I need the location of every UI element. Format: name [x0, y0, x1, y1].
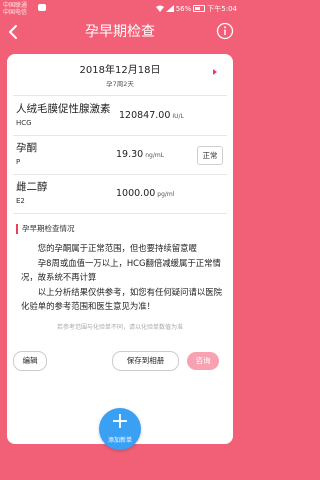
carrier-primary: 中国联通	[3, 2, 28, 9]
metric-number: 120847.00	[119, 110, 171, 121]
next-date-arrow-icon[interactable]	[213, 69, 217, 75]
report-date: 2018年12月18日	[79, 65, 161, 76]
date-selector: 2018年12月18日 孕7周2天	[7, 54, 233, 94]
status-badge: 正常	[197, 146, 223, 165]
divider	[13, 95, 227, 96]
notification-icon	[38, 4, 46, 11]
divider	[13, 213, 227, 214]
metric-value: 19.30 ng/mL	[116, 149, 164, 160]
metric-name: 人绒毛膜促性腺激素	[16, 103, 111, 115]
wifi-icon	[155, 5, 164, 12]
carrier-info: 中国联通 中国电信	[3, 2, 27, 16]
metric-code: E2	[16, 197, 25, 205]
metric-code: P	[16, 158, 21, 166]
section-title: 孕早期检查情况	[22, 224, 75, 233]
save-to-album-button[interactable]: 保存到相册	[112, 351, 179, 371]
signal-icon	[165, 5, 174, 12]
gestation-week: 孕7周2天	[106, 80, 134, 88]
section-accent-bar	[16, 224, 18, 234]
metric-name: 雌二醇	[16, 181, 48, 193]
battery-percent: 56%	[175, 4, 192, 13]
disclaimer-note: 若参考范围与化验单不同，请以化验单数值为准	[56, 324, 183, 331]
status-time: 下午5:04	[207, 4, 237, 13]
status-bar: 中国联通 中国电信 56% 下午5:04	[0, 0, 240, 20]
metric-row-estradiol: 雌二醇 E2 1000.00 pg/ml	[7, 175, 233, 213]
edit-button[interactable]: 编辑	[13, 351, 47, 371]
add-report-label: 添加新单	[107, 437, 132, 444]
metric-code: HCG	[16, 119, 32, 127]
metric-value: 120847.00 IU/L	[119, 110, 184, 121]
metric-unit: IU/L	[172, 113, 184, 120]
add-report-button[interactable]: + 添加新单	[99, 408, 141, 450]
battery-icon	[193, 5, 206, 12]
metric-unit: ng/mL	[145, 152, 165, 159]
analysis-paragraph: 孕8周或血值一万以上，HCG翻倍减缓属于正常情况，故系统不再计算	[21, 257, 221, 283]
analysis-paragraph: 您的孕酮属于正常范围，但也要持续留意喔	[37, 243, 197, 253]
metric-number: 19.30	[116, 149, 144, 160]
back-arrow-icon[interactable]	[6, 20, 22, 44]
info-icon[interactable]	[216, 22, 234, 40]
metric-value: 1000.00 pg/ml	[116, 188, 174, 199]
analysis-paragraph: 以上分析结果仅供参考，如您有任何疑问请以医院化验单的参考范围和医生意见为准！	[21, 286, 223, 312]
analysis-text: 您的孕酮属于正常范围，但也要持续留意喔 孕8周或血值一万以上，HCG翻倍减缓属于…	[21, 241, 223, 314]
metric-row-hcg: 人绒毛膜促性腺激素 HCG 120847.00 IU/L	[7, 97, 233, 135]
metric-unit: pg/ml	[157, 191, 175, 198]
carrier-secondary: 中国电信	[3, 9, 28, 16]
report-card: 2018年12月18日 孕7周2天 人绒毛膜促性腺激素 HCG 120847.0…	[7, 54, 233, 444]
page-title: 孕早期检查	[85, 24, 155, 40]
consult-button[interactable]: 咨询	[187, 352, 219, 370]
metric-name: 孕酮	[16, 142, 37, 154]
status-indicators: 56% 下午5:04	[155, 4, 237, 13]
metric-number: 1000.00	[116, 188, 156, 199]
metric-row-progesterone: 孕酮 P 19.30 ng/mL 正常	[7, 136, 233, 174]
plus-icon: +	[110, 409, 130, 434]
